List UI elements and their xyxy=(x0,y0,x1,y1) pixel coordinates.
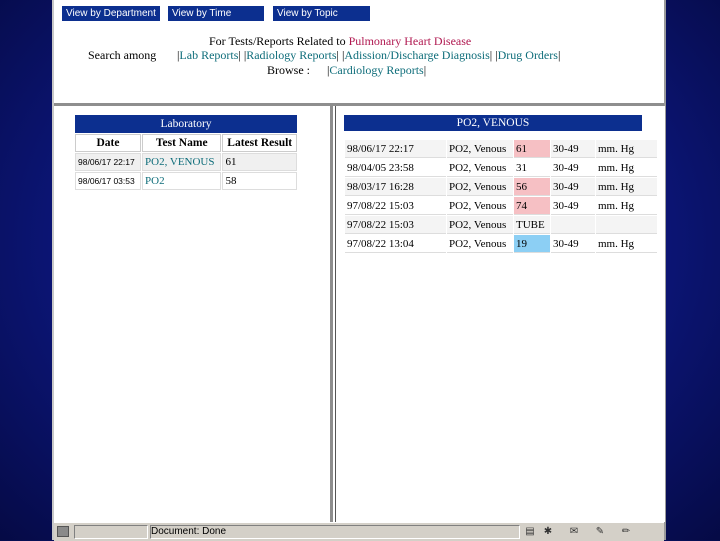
view-by-time-button[interactable]: View by Time xyxy=(168,6,264,21)
row-date: 98/06/17 22:17 xyxy=(345,140,446,158)
test-link-po2-venous[interactable]: PO2, VENOUS xyxy=(145,156,214,168)
table-row: 98/04/05 23:58 PO2, Venous 31 30-49 mm. … xyxy=(345,159,657,177)
discussion-icon[interactable]: ✎ xyxy=(594,526,606,537)
row-unit: mm. Hg xyxy=(596,178,657,196)
row-value: 56 xyxy=(514,178,550,196)
status-bar: Document: Done ▤ ✱ ✉ ✎ ✏ xyxy=(54,522,664,541)
right-frame: PO2, VENOUS 98/06/17 22:17 PO2, Venous 6… xyxy=(335,106,665,522)
row-date: 98/06/17 03:53 xyxy=(75,172,142,190)
row-unit: mm. Hg xyxy=(596,140,657,158)
table-row: 97/08/22 15:03 PO2, Venous 74 30-49 mm. … xyxy=(345,197,657,215)
composer-icon[interactable]: ✏ xyxy=(620,526,632,537)
row-date: 98/06/17 22:17 xyxy=(75,153,142,171)
table-row: 98/06/17 22:17 PO2, VENOUS 61 xyxy=(75,153,297,171)
row-date: 97/08/22 15:03 xyxy=(345,216,446,234)
row-result: 61 xyxy=(222,153,297,171)
browse-label: Browse : xyxy=(267,63,310,77)
status-text: Document: Done xyxy=(151,526,227,537)
row-test: PO2, Venous xyxy=(447,140,513,158)
table-row: 97/08/22 15:03 PO2, Venous TUBE xyxy=(345,216,657,234)
top-frame: View by Department View by Time View by … xyxy=(54,0,664,106)
row-value: TUBE xyxy=(514,216,550,234)
row-unit xyxy=(596,216,657,234)
admission-discharge-link[interactable]: Adission/Discharge Diagnosis xyxy=(344,48,489,62)
security-icon[interactable]: ✱ xyxy=(542,526,554,537)
test-link-po2[interactable]: PO2 xyxy=(145,175,165,187)
view-by-topic-button[interactable]: View by Topic xyxy=(273,6,370,21)
view-by-department-button[interactable]: View by Department xyxy=(62,6,160,21)
row-test: PO2, Venous xyxy=(447,178,513,196)
po2-results-table: 98/06/17 22:17 PO2, Venous 61 30-49 mm. … xyxy=(344,139,658,254)
browse-row: Browse : |Cardiology Reports| xyxy=(267,63,427,77)
search-label: Search among xyxy=(88,48,157,62)
row-date: 97/08/22 15:03 xyxy=(345,197,446,215)
laboratory-caption: Laboratory xyxy=(75,115,297,133)
browser-window: View by Department View by Time View by … xyxy=(52,0,666,541)
row-range: 30-49 xyxy=(551,235,595,253)
row-test: PO2, Venous xyxy=(447,235,513,253)
disease-name: Pulmonary Heart Disease xyxy=(348,34,472,48)
table-row: 98/06/17 22:17 PO2, Venous 61 30-49 mm. … xyxy=(345,140,657,158)
row-range xyxy=(551,216,595,234)
latest-result-header: Latest Result xyxy=(222,134,297,152)
table-row: 98/03/17 16:28 PO2, Venous 56 30-49 mm. … xyxy=(345,178,657,196)
row-value: 31 xyxy=(514,159,550,177)
page-heading: For Tests/Reports Related to Pulmonary H… xyxy=(209,34,471,49)
row-test: PO2, Venous xyxy=(447,159,513,177)
row-date: 98/03/17 16:28 xyxy=(345,178,446,196)
po2-venous-caption: PO2, VENOUS xyxy=(344,115,642,131)
row-test: PO2, Venous xyxy=(447,197,513,215)
cardiology-reports-link[interactable]: Cardiology Reports xyxy=(329,63,423,77)
search-row: Search among |Lab Reports| |Radiology Re… xyxy=(88,48,561,62)
radiology-reports-link[interactable]: Radiology Reports xyxy=(246,48,336,62)
lab-reports-link[interactable]: Lab Reports xyxy=(179,48,238,62)
test-name-header: Test Name xyxy=(142,134,222,152)
heading-prefix: For Tests/Reports Related to xyxy=(209,34,346,48)
row-unit: mm. Hg xyxy=(596,235,657,253)
date-header: Date xyxy=(75,134,142,152)
row-range: 30-49 xyxy=(551,159,595,177)
left-frame: Laboratory Date Test Name Latest Result … xyxy=(54,106,333,522)
row-value: 19 xyxy=(514,235,550,253)
row-test: PO2, Venous xyxy=(447,216,513,234)
table-row: 97/08/22 13:04 PO2, Venous 19 30-49 mm. … xyxy=(345,235,657,253)
row-result: 58 xyxy=(222,172,297,190)
row-range: 30-49 xyxy=(551,140,595,158)
drug-orders-link[interactable]: Drug Orders xyxy=(498,48,558,62)
row-range: 30-49 xyxy=(551,178,595,196)
mail-icon[interactable]: ✉ xyxy=(568,526,580,537)
row-value: 61 xyxy=(514,140,550,158)
row-value: 74 xyxy=(514,197,550,215)
document-icon[interactable]: ▤ xyxy=(524,526,536,537)
browser-status-icon xyxy=(57,526,69,537)
row-range: 30-49 xyxy=(551,197,595,215)
table-row: 98/06/17 03:53 PO2 58 xyxy=(75,172,297,190)
laboratory-table: Laboratory Date Test Name Latest Result … xyxy=(74,114,298,191)
row-date: 98/04/05 23:58 xyxy=(345,159,446,177)
row-unit: mm. Hg xyxy=(596,159,657,177)
status-field-progress xyxy=(74,525,148,539)
row-unit: mm. Hg xyxy=(596,197,657,215)
row-date: 97/08/22 13:04 xyxy=(345,235,446,253)
